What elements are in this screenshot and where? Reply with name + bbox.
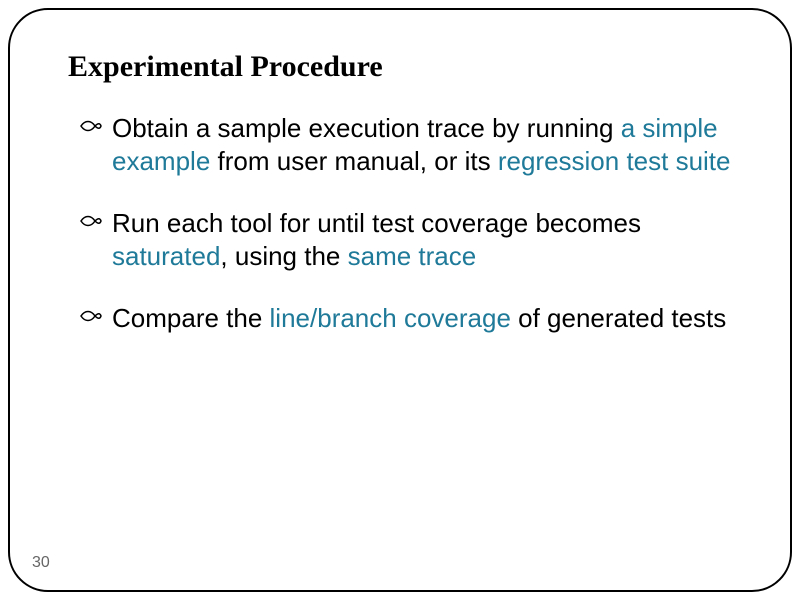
- page-number: 30: [32, 554, 50, 572]
- slide-title: Experimental Procedure: [68, 50, 740, 84]
- bullet-segment: of generated tests: [511, 303, 726, 333]
- bullet-segment: regression test suite: [498, 146, 731, 176]
- bullet-segment: , using the: [220, 241, 347, 271]
- bullet-item-1: Run each tool for until test coverage be…: [80, 207, 740, 272]
- bullet-item-0: Obtain a sample execution trace by runni…: [80, 112, 740, 177]
- bullet-segment: line/branch coverage: [270, 303, 511, 333]
- bullet-list: Obtain a sample execution trace by runni…: [60, 112, 740, 335]
- bullet-segment: Run each tool for until test coverage be…: [112, 208, 641, 238]
- bullet-item-2: Compare the line/branch coverage of gene…: [80, 302, 740, 335]
- bullet-segment: from user manual, or its: [210, 146, 498, 176]
- bullet-segment: same trace: [348, 241, 477, 271]
- slide-frame: Experimental Procedure Obtain a sample e…: [8, 8, 792, 592]
- bullet-segment: saturated: [112, 241, 220, 271]
- bullet-segment: Obtain a sample execution trace by runni…: [112, 113, 621, 143]
- bullet-segment: Compare the: [112, 303, 270, 333]
